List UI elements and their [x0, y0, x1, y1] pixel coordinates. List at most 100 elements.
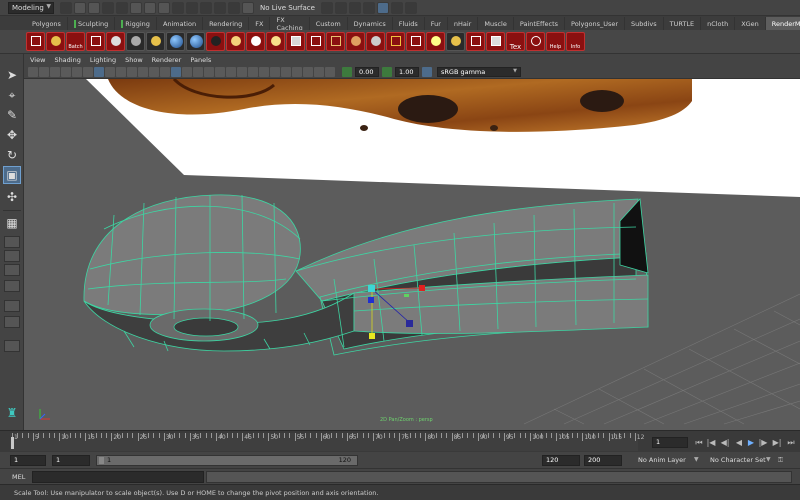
field-chart-icon[interactable] [138, 66, 148, 77]
safe-action-icon[interactable] [149, 66, 159, 77]
layout-hypershade-icon[interactable] [4, 300, 20, 312]
color-management-icon[interactable] [422, 66, 432, 77]
paint-select-tool-icon[interactable]: ✎ [3, 106, 21, 124]
shelf-tab-muscle[interactable]: Muscle [478, 17, 514, 30]
proxy-icon[interactable] [426, 32, 445, 51]
shelf-tab-xgen[interactable]: XGen [735, 17, 766, 30]
layout-script-editor-icon[interactable] [4, 340, 20, 352]
shelf-tab-fx-caching[interactable]: FX Caching [270, 16, 310, 32]
command-language-label[interactable]: MEL [12, 473, 25, 481]
shelf-tab-painteffects[interactable]: PaintEffects [514, 17, 566, 30]
archive-icon[interactable] [386, 32, 405, 51]
isolate-select-icon[interactable] [292, 66, 302, 77]
it-viewer-icon[interactable] [86, 32, 105, 51]
shelf-tab-sculpting[interactable]: Sculpting [68, 17, 116, 30]
manipulator-y-handle[interactable] [369, 333, 375, 339]
construction-history-icon[interactable] [320, 1, 333, 14]
wireframe-on-shaded-icon[interactable] [204, 66, 214, 77]
panel-menu-view[interactable]: View [30, 56, 45, 64]
curve-tool-icon[interactable] [526, 32, 545, 51]
ptex-icon[interactable] [346, 32, 365, 51]
go-to-end-icon[interactable]: ⏭ [786, 437, 796, 448]
shelf-tab-dynamics[interactable]: Dynamics [348, 17, 393, 30]
last-tool-icon[interactable]: ✣ [3, 188, 21, 206]
layout-graph-editor-icon[interactable] [4, 316, 20, 328]
snap-curve-icon[interactable] [186, 1, 198, 14]
fur-icon[interactable] [326, 32, 345, 51]
shelf-tab-polygons[interactable]: Polygons [26, 17, 68, 30]
shelf-tab-animation[interactable]: Animation [157, 17, 204, 30]
anti-aliasing-icon[interactable] [270, 66, 280, 77]
playback-end-field[interactable]: 120 [542, 455, 580, 466]
play-forwards-icon[interactable]: ▶ [746, 437, 756, 448]
ri-filter-icon[interactable] [466, 32, 485, 51]
grease-pencil-icon[interactable] [83, 66, 93, 77]
rotate-tool-icon[interactable]: ↻ [3, 146, 21, 164]
manipulator-depth-handle[interactable] [406, 320, 413, 327]
render-view-icon[interactable] [334, 1, 347, 14]
safe-title-icon[interactable] [160, 66, 170, 77]
manipulator-center-handle[interactable] [368, 285, 375, 292]
xray-components-icon[interactable] [325, 66, 335, 77]
light-bulb-icon[interactable] [146, 32, 165, 51]
save-scene-icon[interactable] [88, 1, 100, 14]
panel-menu-show[interactable]: Show [125, 56, 143, 64]
select-hierarchy-icon[interactable] [130, 1, 142, 14]
select-camera-icon[interactable] [28, 66, 38, 77]
move-tool-icon[interactable]: ✥ [3, 126, 21, 144]
layout-persp-graph-icon[interactable] [4, 264, 20, 276]
shelf-tab-nhair[interactable]: nHair [448, 17, 479, 30]
chevron-down-icon[interactable]: ▼ [766, 456, 771, 463]
go-to-start-icon[interactable]: ⏮ [694, 437, 704, 448]
sphere-icon[interactable] [186, 32, 205, 51]
shelf-tab-fluids[interactable]: Fluids [393, 17, 425, 30]
default-lighting-icon[interactable] [193, 66, 203, 77]
select-object-icon[interactable] [144, 1, 156, 14]
textured-icon[interactable] [215, 66, 225, 77]
eye-icon[interactable] [106, 32, 125, 51]
manipulator-x-handle[interactable] [419, 285, 425, 291]
time-slider[interactable]: 1 5 10 15 20 25 30 35 40 45 50 55 60 65 70 75 80 85 90 95 10… [0, 430, 800, 452]
area-light-icon[interactable] [286, 32, 305, 51]
shadows-icon[interactable] [237, 66, 247, 77]
hypershade-icon[interactable] [390, 1, 403, 14]
shelf-tab-rigging[interactable]: Rigging [115, 17, 157, 30]
redo-icon[interactable] [116, 1, 128, 14]
point-light-icon[interactable] [246, 32, 265, 51]
depth-of-field-icon[interactable] [281, 66, 291, 77]
lasso-tool-icon[interactable]: ⌖ [3, 86, 21, 104]
gamma-field[interactable]: 1.00 [395, 66, 419, 77]
command-input[interactable] [32, 471, 204, 483]
resolution-gate-icon[interactable] [116, 66, 126, 77]
hair-icon[interactable] [366, 32, 385, 51]
animation-end-field[interactable]: 200 [584, 455, 622, 466]
environment-light-icon[interactable] [166, 32, 185, 51]
shelf-tab-custom[interactable]: Custom [310, 17, 348, 30]
manipulator-z-handle[interactable] [368, 297, 374, 303]
info-icon[interactable]: Info [566, 32, 585, 51]
ipr-render-icon[interactable] [362, 1, 375, 14]
spot-light-icon[interactable] [266, 32, 285, 51]
snap-point-icon[interactable] [200, 1, 212, 14]
time-slider-track[interactable]: 1 5 10 15 20 25 30 35 40 45 50 55 60 65 70 75 80 85 90 95 10… [10, 433, 644, 451]
tex-icon[interactable]: Tex [506, 32, 525, 51]
play-backwards-icon[interactable]: ◀ [734, 437, 744, 448]
shelf-tab-renderman[interactable]: RenderMan [765, 17, 800, 30]
perspective-viewport[interactable]: 2D Pan/Zoom : persp [24, 79, 800, 430]
gi-icon[interactable] [226, 32, 245, 51]
wireframe-icon[interactable] [171, 66, 181, 77]
step-back-key-icon[interactable]: |◀ [706, 437, 716, 448]
plane-icon[interactable] [306, 32, 325, 51]
shadow-icon[interactable] [206, 32, 225, 51]
cube-icon[interactable] [486, 32, 505, 51]
batch-render-icon[interactable]: Batch [66, 32, 85, 51]
render-frame-icon[interactable] [348, 1, 361, 14]
mode-menu-selector[interactable]: Modeling ▼ [8, 1, 54, 14]
shelf-tab-fur[interactable]: Fur [425, 17, 448, 30]
layout-outliner-icon[interactable] [4, 280, 20, 292]
shelf-tab-fx[interactable]: FX [249, 17, 271, 30]
snap-surface-icon[interactable] [228, 1, 240, 14]
magnet-icon[interactable] [242, 1, 254, 14]
help-icon[interactable]: Help [546, 32, 565, 51]
shelf-tab-polygons-user[interactable]: Polygons_User [565, 17, 626, 30]
